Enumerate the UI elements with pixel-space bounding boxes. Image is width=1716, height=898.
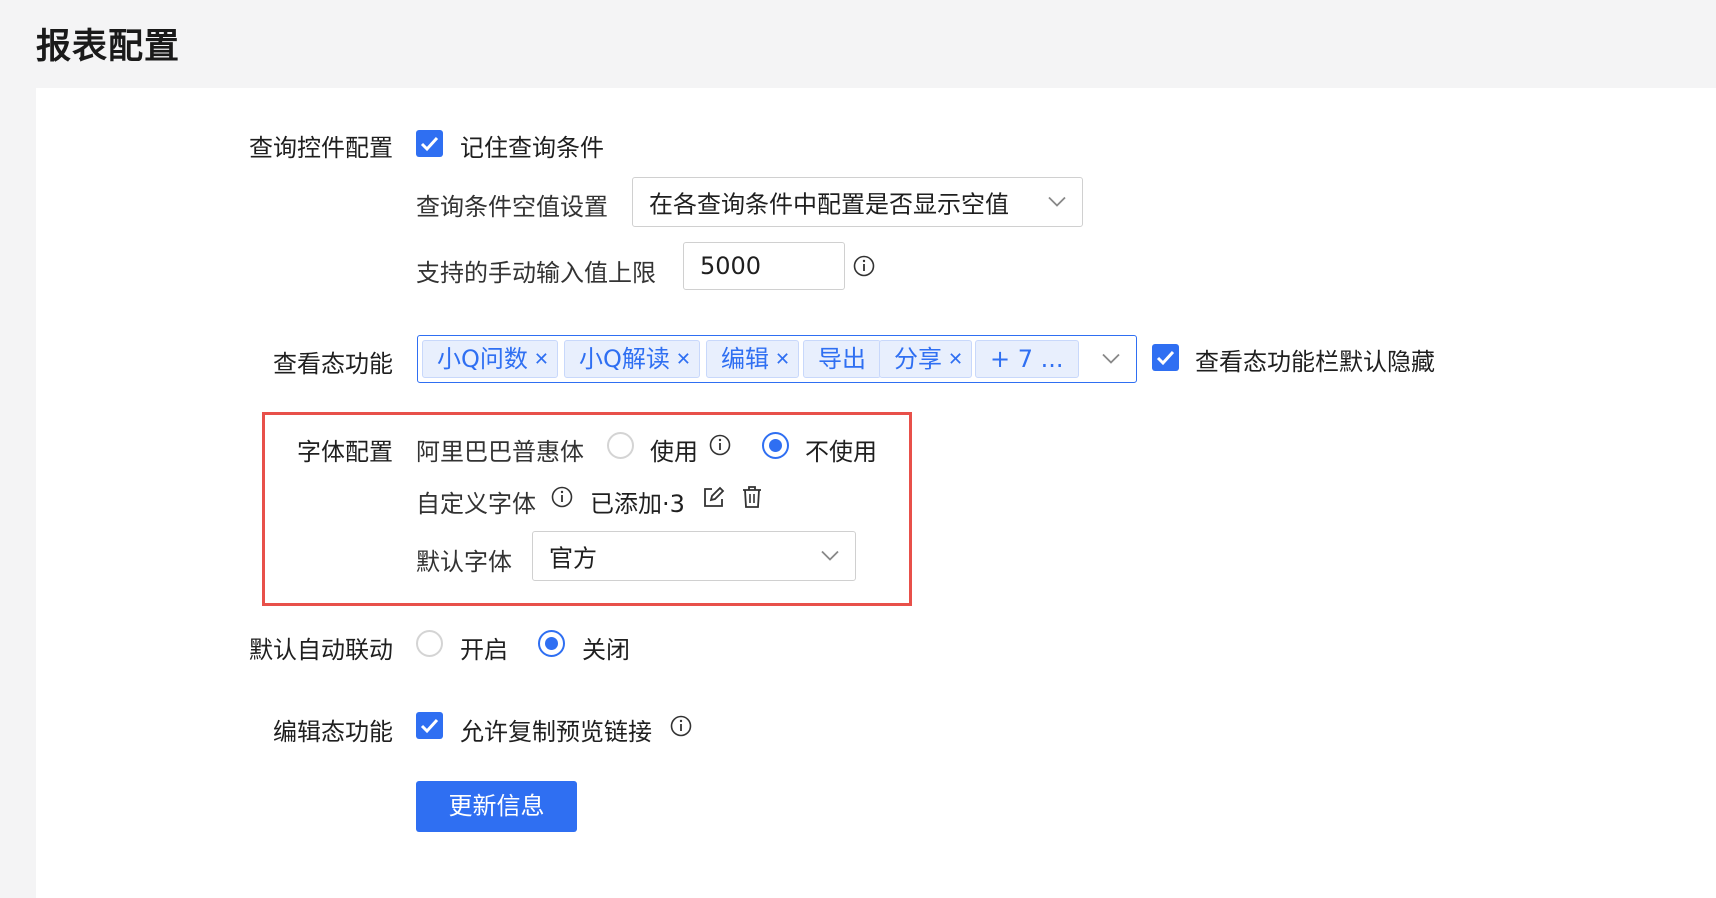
font-config-label: 字体配置 — [297, 438, 393, 466]
auto-link-off-radio[interactable] — [538, 630, 565, 657]
custom-font-count: 已添加·3 — [590, 490, 685, 518]
info-icon[interactable] — [551, 486, 573, 508]
chevron-down-icon — [821, 550, 839, 561]
copy-preview-link-label: 允许复制预览链接 — [460, 718, 652, 746]
chevron-down-icon — [1048, 196, 1066, 207]
alibaba-not-use-label: 不使用 — [805, 438, 877, 466]
empty-value-select-value: 在各查询条件中配置是否显示空值 — [649, 190, 1009, 219]
custom-font-label: 自定义字体 — [416, 490, 536, 518]
auto-link-on-radio[interactable] — [416, 630, 443, 657]
feature-tag[interactable]: 分享 ✕ — [879, 340, 973, 378]
more-tags[interactable]: + 7 ... — [975, 340, 1079, 378]
close-icon[interactable]: ✕ — [948, 342, 963, 378]
close-icon[interactable]: ✕ — [534, 342, 549, 378]
remember-query-label: 记住查询条件 — [460, 134, 604, 162]
auto-link-on-label: 开启 — [460, 636, 508, 664]
close-icon[interactable]: ✕ — [676, 342, 691, 378]
info-icon[interactable] — [670, 715, 692, 737]
alibaba-not-use-radio[interactable] — [762, 432, 789, 459]
check-icon — [420, 718, 439, 734]
edit-icon[interactable] — [702, 486, 725, 509]
empty-value-label: 查询条件空值设置 — [416, 193, 608, 221]
hide-view-toolbar-label: 查看态功能栏默认隐藏 — [1195, 348, 1435, 376]
remember-query-checkbox[interactable] — [416, 130, 443, 157]
feature-tag[interactable]: 导出 — [803, 340, 881, 378]
close-icon[interactable]: ✕ — [775, 342, 790, 378]
copy-preview-link-checkbox[interactable] — [416, 712, 443, 739]
alibaba-font-label: 阿里巴巴普惠体 — [416, 438, 584, 466]
chevron-down-icon — [1102, 353, 1120, 364]
default-font-select[interactable]: 官方 — [532, 531, 856, 581]
manual-limit-input[interactable]: 5000 — [683, 242, 845, 290]
page-title: 报表配置 — [36, 27, 181, 67]
feature-tag[interactable]: 小Q问数 ✕ — [422, 340, 558, 378]
info-icon[interactable] — [709, 434, 731, 456]
empty-value-select[interactable]: 在各查询条件中配置是否显示空值 — [632, 177, 1083, 227]
view-features-multiselect[interactable]: 小Q问数 ✕ 小Q解读 ✕ 编辑 ✕ 导出 分享 ✕ + 7 ... — [417, 335, 1137, 383]
manual-limit-label: 支持的手动输入值上限 — [416, 259, 656, 287]
default-font-value: 官方 — [549, 544, 597, 573]
query-control-label: 查询控件配置 — [249, 134, 393, 162]
feature-tag[interactable]: 编辑 ✕ — [706, 340, 800, 378]
hide-view-toolbar-checkbox[interactable] — [1152, 344, 1179, 371]
manual-limit-value: 5000 — [700, 252, 762, 280]
check-icon — [420, 136, 439, 152]
auto-link-label: 默认自动联动 — [249, 636, 393, 664]
alibaba-use-label: 使用 — [650, 438, 698, 466]
default-font-label: 默认字体 — [416, 548, 512, 576]
edit-features-label: 编辑态功能 — [273, 718, 393, 746]
check-icon — [1156, 350, 1175, 366]
update-info-button[interactable]: 更新信息 — [416, 781, 577, 832]
auto-link-off-label: 关闭 — [582, 636, 630, 664]
view-features-label: 查看态功能 — [273, 350, 393, 378]
info-icon[interactable] — [853, 255, 875, 277]
feature-tag[interactable]: 小Q解读 ✕ — [564, 340, 700, 378]
trash-icon[interactable] — [741, 485, 763, 509]
alibaba-use-radio[interactable] — [607, 432, 634, 459]
